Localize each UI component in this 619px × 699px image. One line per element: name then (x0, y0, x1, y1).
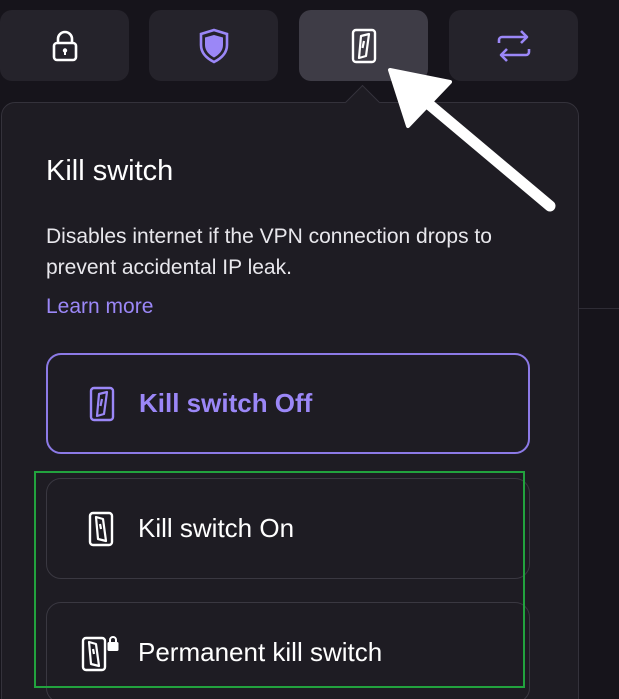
kill-switch-off-icon (82, 384, 122, 424)
shield-icon (198, 28, 230, 64)
kill-switch-off-option[interactable]: Kill switch Off (46, 353, 530, 454)
kill-switch-on-icon (81, 509, 121, 549)
lock-button[interactable] (0, 10, 129, 81)
lock-icon (50, 29, 80, 63)
popover-title: Kill switch (46, 155, 174, 187)
background-divider (578, 308, 619, 309)
permanent-kill-switch-label: Permanent kill switch (138, 637, 383, 667)
annotation-arrow-icon (388, 68, 556, 212)
protection-button[interactable] (149, 10, 278, 81)
learn-more-link[interactable]: Learn more (46, 295, 153, 319)
split-tunneling-arrows-icon (495, 29, 533, 63)
permanent-kill-switch-icon (81, 633, 121, 673)
kill-switch-on-label: Kill switch On (138, 513, 295, 543)
permanent-kill-switch-option[interactable]: Permanent kill switch (46, 602, 530, 699)
kill-switch-on-option[interactable]: Kill switch On (46, 478, 530, 579)
popover-description: Disables internet if the VPN connection … (46, 225, 492, 279)
kill-switch-icon (350, 28, 378, 64)
kill-switch-off-label: Kill switch Off (139, 388, 313, 418)
app-window: Kill switch Disables internet if the VPN… (0, 0, 619, 699)
